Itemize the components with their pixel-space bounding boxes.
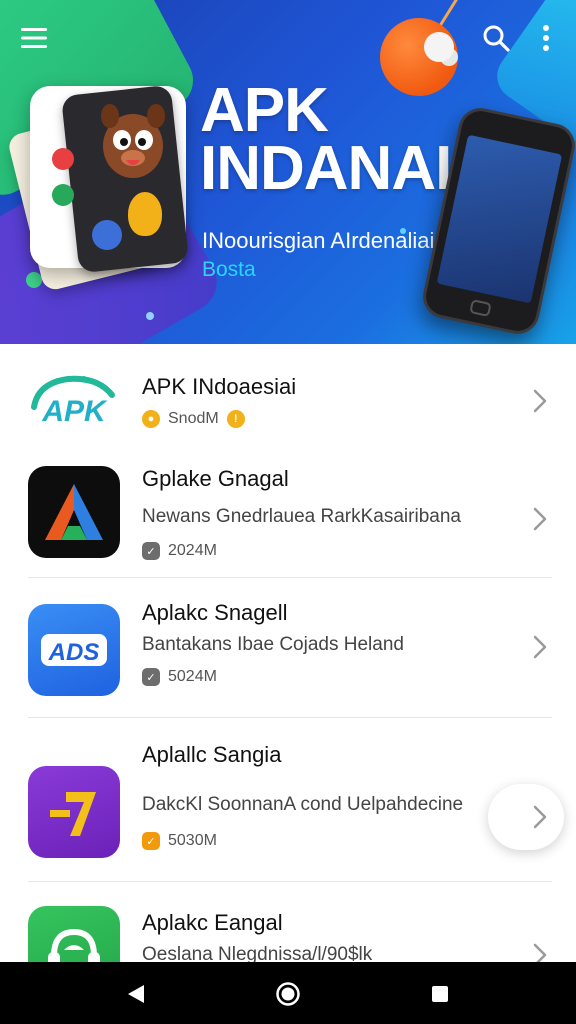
- chevron-right-icon: [530, 386, 550, 416]
- list-item[interactable]: Aplakc Eangal Oeslana Nlegdnissa/l/90$lk: [0, 882, 576, 962]
- mini-app-icon: [52, 184, 74, 206]
- chevron-right-icon: [530, 940, 550, 962]
- hero-banner: APK INDANAIA INoourisgian AIrdenaliairtu…: [0, 0, 576, 344]
- nav-recent-button[interactable]: [418, 972, 462, 1016]
- chevron-bubble[interactable]: [488, 784, 564, 850]
- app-description: Bantakans Ibae Cojads Heland: [142, 634, 404, 655]
- list-item[interactable]: APK APK INdoaesiai ● SnodМ !: [0, 344, 576, 454]
- app-size: SnodМ: [168, 410, 219, 427]
- shield-check-icon: ✓: [142, 668, 160, 686]
- app-size: 5030M: [168, 832, 217, 849]
- hamburger-menu-icon: [21, 28, 47, 48]
- menu-button[interactable]: [14, 18, 54, 58]
- triangle-a-icon: [28, 466, 120, 558]
- device-screen: [436, 134, 563, 304]
- app-meta: ● SnodМ !: [142, 410, 245, 428]
- ads-icon: ADS: [28, 604, 120, 696]
- shield-check-icon: ✓: [142, 542, 160, 560]
- app-title: Aplakc Snagell: [142, 600, 288, 625]
- mini-app-icon: [92, 220, 122, 250]
- app-description: Newans Gnedrlauea RarkΚasairibana: [142, 506, 461, 527]
- svg-text:ADS: ADS: [48, 639, 100, 666]
- mini-app-icon: [52, 148, 74, 170]
- list-item[interactable]: ADS Aplakc Snagell Bantakans Ibae Cojads…: [0, 578, 576, 718]
- hero-beta-label: Bosta: [202, 258, 256, 281]
- app-title: Gplake Gnagal: [142, 466, 289, 491]
- app-title: Aplallc Sangia: [142, 742, 282, 767]
- hero-title-line1: APK: [200, 76, 329, 145]
- mini-app-icon: [128, 192, 162, 236]
- more-options-button[interactable]: [526, 18, 566, 58]
- app-title: APK INdoaesiai: [142, 374, 297, 399]
- verified-badge-icon: ✓: [142, 832, 160, 850]
- hero-subtitle: INoourisgian AIrdenaliairtu: [202, 228, 461, 253]
- more-vert-icon: [543, 25, 549, 51]
- app-description: Oeslana Nlegdnissa/l/90$lk: [142, 944, 373, 962]
- app-list: APK APK INdoaesiai ● SnodМ ! Gplake Gnag…: [0, 344, 576, 962]
- app-size: 5024M: [168, 668, 217, 685]
- app-meta: ✓ 2024M: [142, 542, 217, 560]
- search-button[interactable]: [476, 18, 516, 58]
- nav-recent-icon: [432, 986, 448, 1002]
- device-home-button: [469, 299, 492, 317]
- chevron-right-icon: [530, 802, 550, 832]
- rating-badge-icon: ●: [142, 410, 160, 428]
- chevron-right-icon: [530, 504, 550, 534]
- app-meta: ✓ 5030M: [142, 832, 217, 850]
- nav-back-icon: [128, 985, 144, 1003]
- mascot-icon: [101, 104, 165, 178]
- chevron-right-icon: [530, 632, 550, 662]
- app-meta: ✓ 5024M: [142, 668, 217, 686]
- list-item[interactable]: Gplake Gnagal Newans Gnedrlauea RarkΚasa…: [0, 454, 576, 578]
- decor-dot: [146, 312, 154, 320]
- decor-bow: [424, 32, 454, 62]
- seven-icon: [28, 766, 120, 858]
- search-icon: [483, 25, 510, 52]
- decor-dot: [26, 272, 42, 288]
- apk-logo-icon: APK: [28, 354, 120, 446]
- nav-home-button[interactable]: [266, 972, 310, 1016]
- app-size: 2024M: [168, 542, 217, 559]
- svg-text:APK: APK: [41, 395, 108, 428]
- system-nav-bar: [0, 962, 576, 1024]
- coin-icon: !: [226, 410, 245, 428]
- app-title: Aplakc Eangal: [142, 910, 283, 935]
- list-item[interactable]: Aplallc Sangia DakcKl SoonnanA cond Uelp…: [0, 718, 576, 882]
- android-headphones-icon: [28, 906, 120, 962]
- app-description: DakcKl SoonnanA cond Uelpahdecine: [142, 794, 464, 815]
- nav-back-button[interactable]: [114, 972, 158, 1016]
- nav-home-icon: [276, 982, 300, 1006]
